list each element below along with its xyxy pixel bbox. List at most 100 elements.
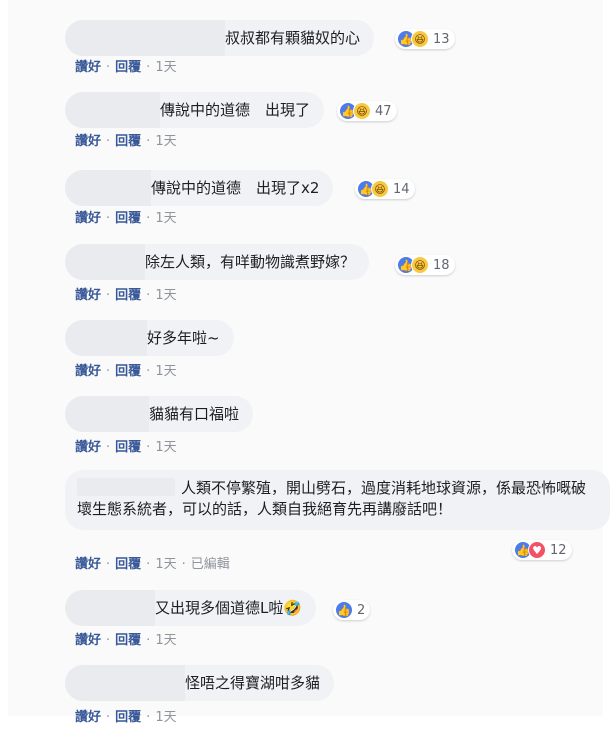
edited-label[interactable]: 已編輯 (191, 557, 230, 572)
separator: · (146, 557, 151, 572)
comment-bubble: 除左人類，有咩動物識煮野嫁？ (65, 244, 370, 280)
reaction-summary[interactable]: 👍 😆 47 (337, 101, 397, 121)
separator: · (146, 633, 151, 648)
reply-link[interactable]: 回覆 (115, 288, 141, 303)
comment-bubble: 怪唔之得寶湖咁多貓 (65, 665, 335, 701)
commenter-name[interactable] (65, 170, 151, 206)
commenter-name[interactable] (77, 478, 175, 496)
comment: 傳說中的道德 出現了x2 👍 😆 14 (65, 170, 415, 206)
timestamp[interactable]: 1天 (155, 710, 176, 725)
separator: · (146, 211, 151, 226)
laughing-face-icon: 😆 (411, 256, 429, 274)
comment-actions: 讚好 · 回覆 · 1天 · 已編輯 (75, 553, 230, 572)
separator: · (106, 60, 111, 75)
reaction-count: 13 (433, 31, 450, 47)
comment-actions: 讚好 · 回覆 · 1天 (75, 629, 177, 648)
reply-link[interactable]: 回覆 (115, 134, 141, 149)
like-link[interactable]: 讚好 (75, 557, 101, 572)
timestamp[interactable]: 1天 (155, 211, 176, 226)
reaction-summary[interactable]: 👍 😆 18 (395, 255, 455, 275)
timestamp[interactable]: 1天 (155, 288, 176, 303)
like-link[interactable]: 讚好 (75, 633, 101, 648)
comment-text: 又出現多個道德L啦🤣 (155, 599, 303, 617)
timestamp[interactable]: 1天 (155, 134, 176, 149)
reaction-summary[interactable]: 👍 😆 13 (395, 29, 455, 49)
comment-actions: 讚好 · 回覆 · 1天 (75, 207, 177, 226)
separator: · (106, 710, 111, 725)
separator: · (106, 211, 111, 226)
reply-link[interactable]: 回覆 (115, 440, 141, 455)
commenter-name[interactable] (65, 665, 185, 701)
reaction-summary[interactable]: 👍 2 (333, 600, 371, 620)
comment-text: 好多年啦~ (147, 329, 220, 347)
like-link[interactable]: 讚好 (75, 211, 101, 226)
reaction-count: 12 (550, 542, 567, 558)
reply-link[interactable]: 回覆 (115, 364, 141, 379)
thumbs-up-icon: 👍 (335, 601, 353, 619)
commenter-name[interactable] (65, 320, 147, 356)
like-link[interactable]: 讚好 (75, 710, 101, 725)
comment-actions: 讚好 · 回覆 · 1天 (75, 706, 177, 725)
comment: 又出現多個道德L啦🤣 👍 2 (65, 590, 371, 626)
comment-bubble: 人類不停繁殖，開山劈石，過度消耗地球資源，係最恐怖嘅破壞生態系統者，可以的話，人… (65, 470, 610, 530)
comment-text: 傳說中的道德 出現了 (160, 101, 311, 119)
reaction-summary[interactable]: 👍 😆 14 (355, 179, 415, 199)
commenter-name[interactable] (65, 92, 160, 128)
like-link[interactable]: 讚好 (75, 134, 101, 149)
reaction-count: 47 (375, 103, 392, 119)
timestamp[interactable]: 1天 (155, 440, 176, 455)
comment-bubble: 貓貓有口福啦 (65, 396, 254, 432)
comment: 人類不停繁殖，開山劈石，過度消耗地球資源，係最恐怖嘅破壞生態系統者，可以的話，人… (65, 470, 610, 560)
reaction-summary[interactable]: 👍 ♥ 12 (512, 540, 572, 560)
reply-link[interactable]: 回覆 (115, 710, 141, 725)
separator: · (106, 288, 111, 303)
reply-link[interactable]: 回覆 (115, 557, 141, 572)
comment-bubble: 傳說中的道德 出現了x2 (65, 170, 334, 206)
like-link[interactable]: 讚好 (75, 440, 101, 455)
timestamp[interactable]: 1天 (155, 557, 176, 572)
laughing-face-icon: 😆 (353, 102, 371, 120)
comment-text: 怪唔之得寶湖咁多貓 (185, 674, 321, 692)
separator: · (181, 557, 186, 572)
timestamp[interactable]: 1天 (155, 364, 176, 379)
comment-bubble: 叔叔都有顆貓奴的心 (65, 20, 375, 56)
separator: · (146, 440, 151, 455)
commenter-name[interactable] (65, 244, 145, 280)
separator: · (146, 134, 151, 149)
commenter-name[interactable] (65, 20, 225, 56)
timestamp[interactable]: 1天 (155, 633, 176, 648)
like-link[interactable]: 讚好 (75, 60, 101, 75)
like-link[interactable]: 讚好 (75, 364, 101, 379)
reaction-count: 18 (433, 257, 450, 273)
comment-actions: 讚好 · 回覆 · 1天 (75, 284, 177, 303)
comment-actions: 讚好 · 回覆 · 1天 (75, 130, 177, 149)
reply-link[interactable]: 回覆 (115, 211, 141, 226)
comment-bubble: 好多年啦~ (65, 320, 234, 356)
reply-link[interactable]: 回覆 (115, 633, 141, 648)
reply-link[interactable]: 回覆 (115, 60, 141, 75)
like-link[interactable]: 讚好 (75, 288, 101, 303)
comment: 傳說中的道德 出現了 👍 😆 47 (65, 92, 397, 128)
commenter-name[interactable] (65, 590, 155, 626)
laughing-face-icon: 😆 (371, 180, 389, 198)
separator: · (106, 557, 111, 572)
separator: · (106, 364, 111, 379)
comment-text: 叔叔都有顆貓奴的心 (225, 29, 361, 47)
comment: 貓貓有口福啦 (65, 396, 254, 432)
comment-actions: 讚好 · 回覆 · 1天 (75, 56, 177, 75)
separator: · (146, 364, 151, 379)
comment: 怪唔之得寶湖咁多貓 (65, 665, 335, 701)
separator: · (146, 710, 151, 725)
separator: · (106, 440, 111, 455)
separator: · (106, 633, 111, 648)
reaction-count: 2 (357, 602, 366, 618)
reaction-count: 14 (393, 181, 410, 197)
comment: 叔叔都有顆貓奴的心 👍 😆 13 (65, 20, 455, 56)
commenter-name[interactable] (65, 396, 149, 432)
timestamp[interactable]: 1天 (155, 60, 176, 75)
separator: · (146, 60, 151, 75)
comment-actions: 讚好 · 回覆 · 1天 (75, 436, 177, 455)
heart-icon: ♥ (528, 541, 546, 559)
comment: 除左人類，有咩動物識煮野嫁？ 👍 😆 18 (65, 244, 455, 280)
comment-text: 傳說中的道德 出現了x2 (151, 179, 320, 197)
